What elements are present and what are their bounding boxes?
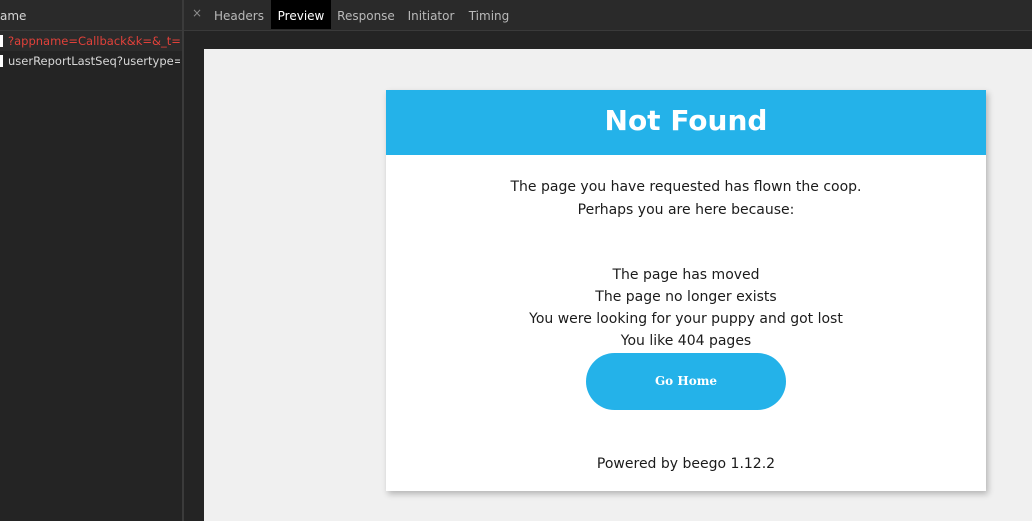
tab-initiator[interactable]: Initiator [402, 0, 460, 29]
request-row-callback[interactable]: ?appname=Callback&k=&_t=... [0, 31, 183, 51]
page-title: Not Found [604, 104, 768, 137]
reason-item: The page no longer exists [595, 289, 777, 305]
document-icon [0, 55, 3, 67]
powered-by-footer: Powered by beego 1.12.2 [596, 456, 776, 472]
request-row-user-report[interactable]: userReportLastSeq?usertype=... [0, 51, 183, 71]
name-column-header[interactable]: ame [0, 0, 183, 31]
card-header: Not Found [386, 90, 986, 155]
request-name: ?appname=Callback&k=&_t=... [8, 34, 180, 48]
tab-preview[interactable]: Preview [271, 0, 331, 29]
tab-headers[interactable]: Headers [208, 0, 270, 29]
reason-item: You like 404 pages [620, 333, 752, 349]
reason-item: You were looking for your puppy and got … [529, 311, 843, 327]
intro-line: Perhaps you are here because: [577, 202, 795, 218]
network-request-list: ame ?appname=Callback&k=&_t=... userRepo… [0, 0, 183, 521]
name-column-label: ame [0, 9, 27, 23]
intro-line: The page you have requested has flown th… [510, 179, 862, 195]
document-icon [0, 35, 3, 47]
request-name: userReportLastSeq?usertype=... [8, 54, 180, 68]
tab-response[interactable]: Response [333, 0, 399, 29]
tab-timing[interactable]: Timing [464, 0, 514, 29]
close-icon[interactable]: × [192, 6, 202, 20]
not-found-card: Not Found The page you have requested ha… [386, 90, 986, 491]
reason-item: The page has moved [612, 267, 760, 283]
go-home-button[interactable]: Go Home [586, 353, 786, 410]
